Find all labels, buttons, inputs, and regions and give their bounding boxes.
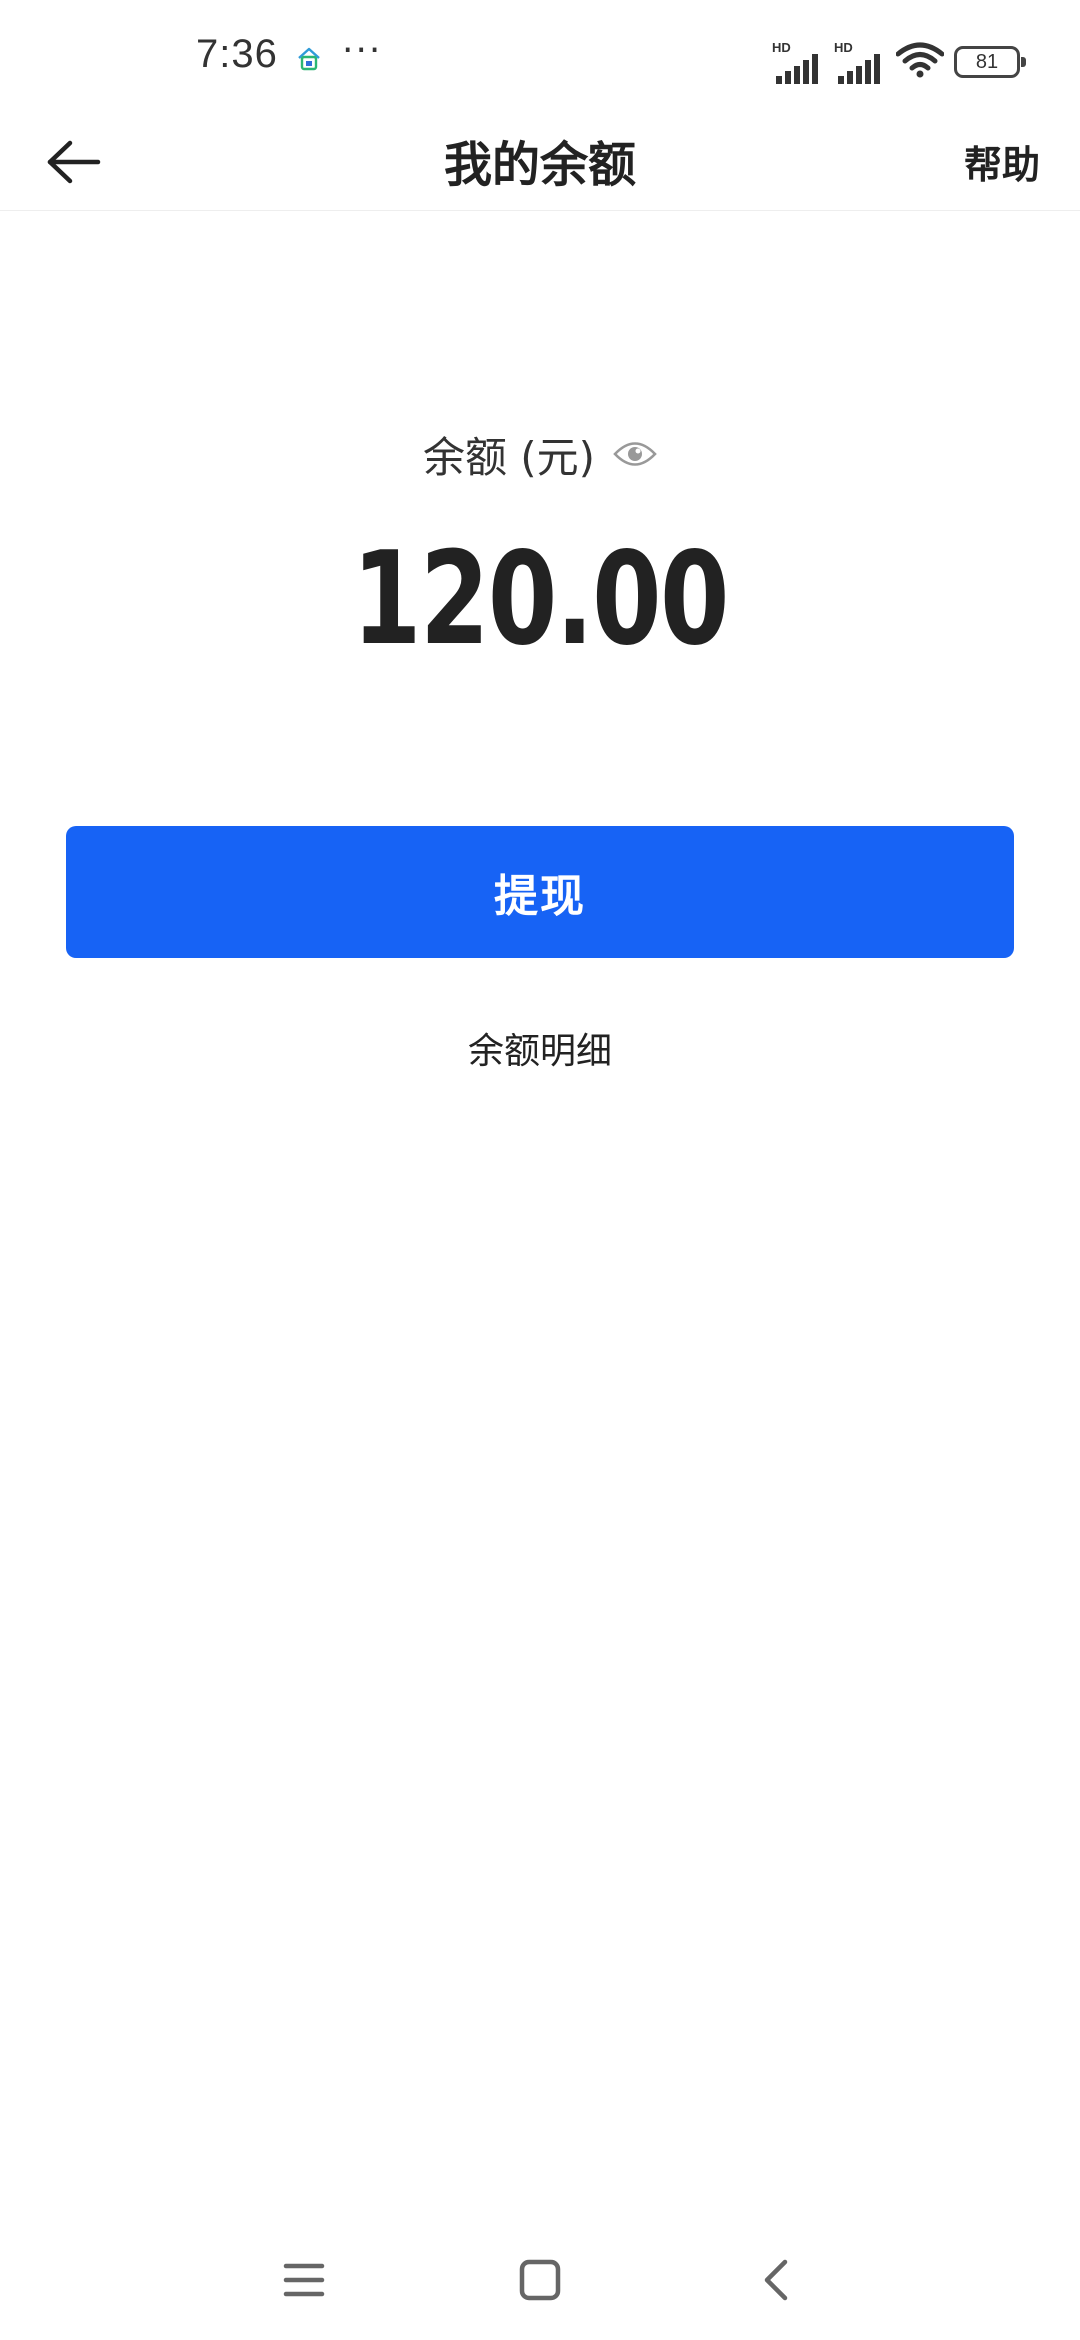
balance-label: 余额 (元) <box>422 432 596 482</box>
nav-back-button[interactable] <box>736 2240 816 2320</box>
home-app-icon <box>296 46 322 72</box>
signal-hd-label: HD <box>834 40 853 55</box>
status-bar: 7:36 ··· HD HD 81 <box>0 0 1080 120</box>
status-more-icon: ··· <box>342 30 383 71</box>
status-indicators: HD HD 81 <box>772 40 1026 84</box>
balance-label-row: 余额 (元) <box>0 424 1080 484</box>
help-button[interactable]: 帮助 <box>964 120 1040 210</box>
page-title: 我的余额 <box>443 137 636 193</box>
signal-hd-label: HD <box>772 40 791 55</box>
signal-icon: HD <box>772 40 824 84</box>
battery-icon: 81 <box>954 46 1026 78</box>
app-header: 我的余额 帮助 <box>0 120 1080 211</box>
menu-icon <box>283 2263 325 2297</box>
home-icon <box>519 2259 561 2301</box>
home-button[interactable] <box>500 2240 580 2320</box>
screen: 7:36 ··· HD HD 81 我的余额 帮助 余额 (元) 120.00 … <box>0 0 1080 2340</box>
back-icon <box>764 2259 788 2301</box>
status-time: 7:36 <box>196 32 278 76</box>
system-nav-bar <box>0 2220 1080 2340</box>
balance-detail-link[interactable]: 余额明细 <box>0 1024 1080 1080</box>
withdraw-button[interactable]: 提现 <box>66 826 1014 958</box>
eye-icon[interactable] <box>613 432 657 476</box>
signal-icon: HD <box>834 40 886 84</box>
balance-amount: 120.00 <box>352 525 729 674</box>
wifi-icon <box>895 42 945 82</box>
menu-button[interactable] <box>264 2240 344 2320</box>
